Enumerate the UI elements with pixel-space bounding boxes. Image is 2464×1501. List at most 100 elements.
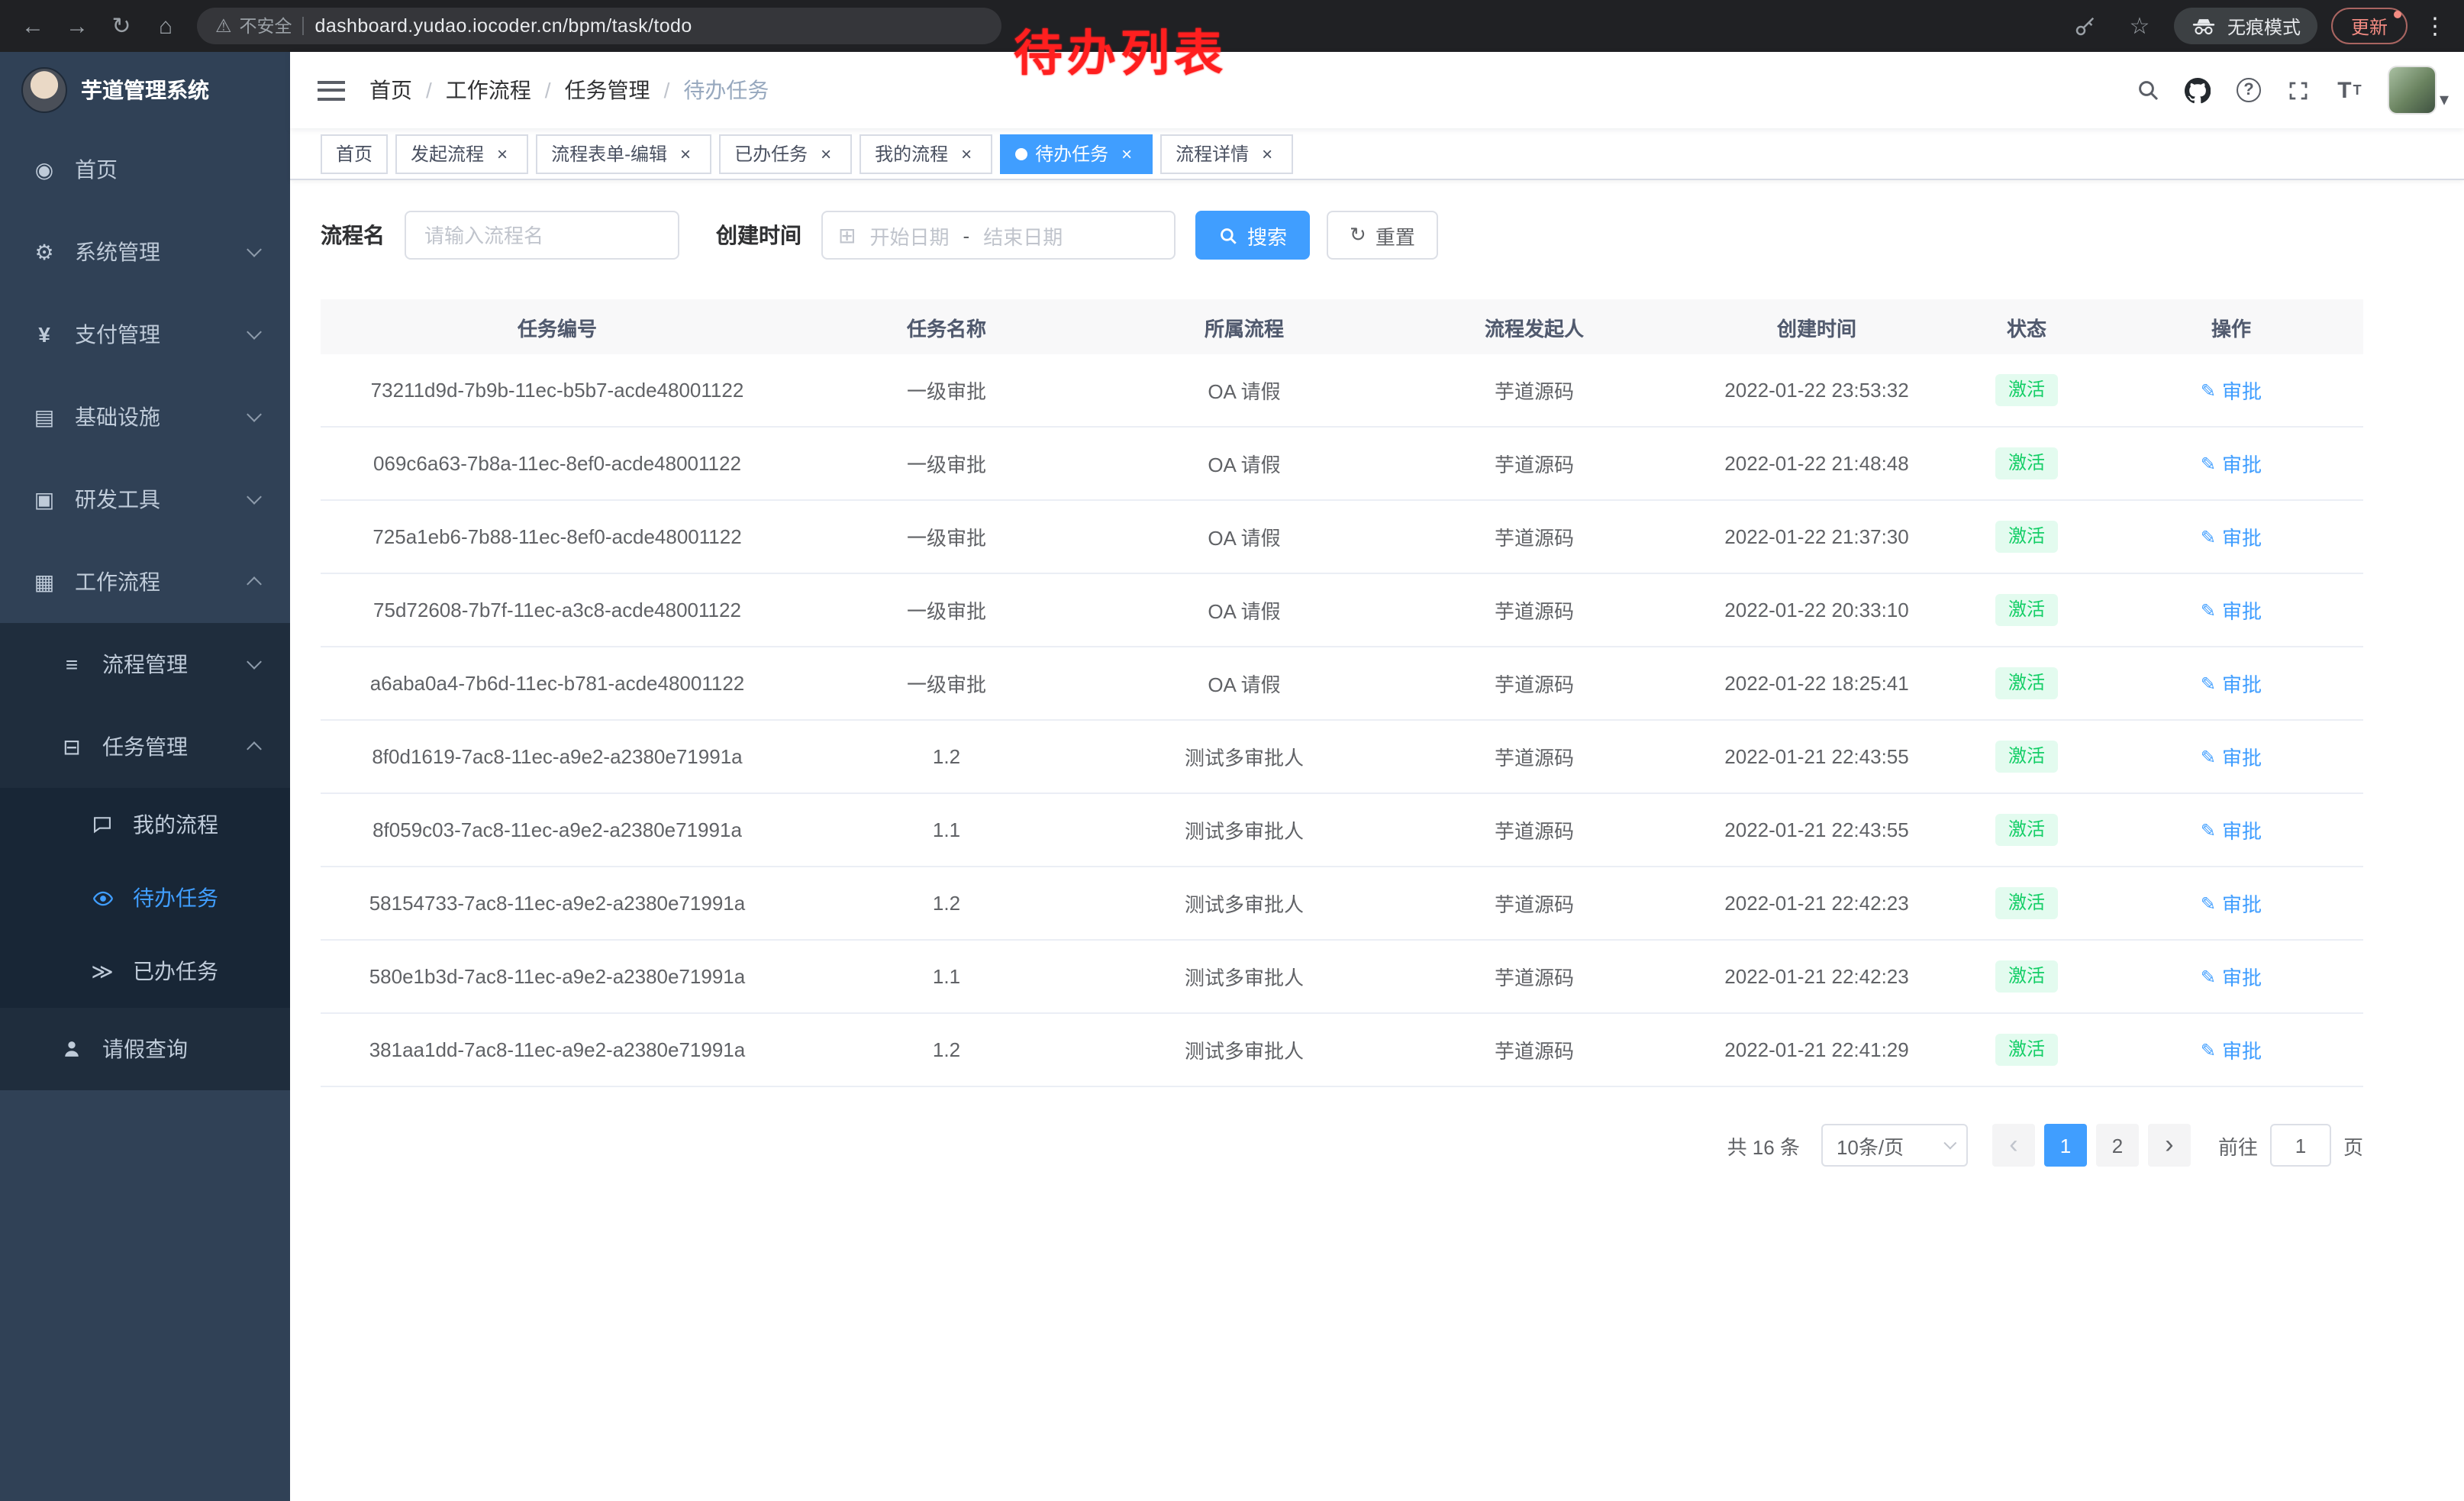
help-icon[interactable] — [2226, 67, 2272, 113]
tab[interactable]: 待办任务 — [1000, 134, 1153, 173]
sidebar-item-system[interactable]: 系统管理 — [0, 211, 290, 293]
breadcrumb-separator: / — [664, 78, 670, 102]
browser-menu-icon[interactable]: ⋮ — [2421, 12, 2449, 40]
tab-close-icon[interactable] — [1256, 143, 1278, 164]
sidebar-item-payment[interactable]: 支付管理 — [0, 293, 290, 376]
approve-link[interactable]: 审批 — [2201, 449, 2262, 478]
tab-close-icon[interactable] — [492, 143, 513, 164]
fullscreen-icon[interactable] — [2276, 67, 2322, 113]
cell-created: 2022-01-21 22:41:29 — [1679, 1038, 1954, 1061]
home-icon[interactable]: ⌂ — [145, 5, 186, 47]
cell-starter: 芋道源码 — [1389, 1035, 1679, 1064]
breadcrumb-workflow[interactable]: 工作流程 — [446, 75, 531, 105]
cell-starter: 芋道源码 — [1389, 596, 1679, 625]
sidebar-item-infrastructure[interactable]: 基础设施 — [0, 376, 290, 458]
column-starter: 流程发起人 — [1389, 312, 1679, 341]
approve-link[interactable]: 审批 — [2201, 669, 2262, 698]
edit-icon — [2201, 818, 2216, 841]
sidebar-item-workflow[interactable]: 工作流程 — [0, 541, 290, 623]
sidebar-collapse-icon[interactable] — [318, 80, 345, 100]
approve-label: 审批 — [2222, 1035, 2262, 1064]
cell-process: 测试多审批人 — [1099, 742, 1389, 771]
user-menu[interactable] — [2389, 67, 2449, 113]
approve-link[interactable]: 审批 — [2201, 962, 2262, 991]
cell-starter: 芋道源码 — [1389, 962, 1679, 991]
approve-link[interactable]: 审批 — [2201, 522, 2262, 551]
approve-link[interactable]: 审批 — [2201, 596, 2262, 625]
task-management-submenu: 我的流程 待办任务 已办任务 — [0, 788, 290, 1008]
page-size-select[interactable]: 10条/页 — [1821, 1124, 1968, 1167]
github-icon[interactable] — [2175, 67, 2221, 113]
task-management-icon — [58, 734, 85, 760]
bookmark-star-icon[interactable]: ☆ — [2119, 5, 2160, 47]
incognito-badge: 无痕模式 — [2174, 8, 2317, 44]
sidebar-item-done-tasks[interactable]: 已办任务 — [0, 934, 290, 1008]
column-status: 状态 — [1954, 312, 2099, 341]
breadcrumb-task-management[interactable]: 任务管理 — [565, 75, 650, 105]
menu-label: 基础设施 — [75, 402, 160, 432]
security-warning[interactable]: ⚠ 不安全 — [215, 14, 292, 38]
tab[interactable]: 我的流程 — [859, 134, 992, 173]
cell-process: OA 请假 — [1099, 596, 1389, 625]
process-name-input[interactable] — [405, 211, 679, 260]
cell-action: 审批 — [2099, 669, 2363, 698]
menu-label: 支付管理 — [75, 319, 160, 350]
devtools-icon — [31, 486, 58, 512]
sidebar-item-todo-tasks[interactable]: 待办任务 — [0, 861, 290, 934]
address-bar[interactable]: ⚠ 不安全 dashboard.yudao.iocoder.cn/bpm/tas… — [197, 8, 1001, 44]
sidebar-item-leave-query[interactable]: 请假查询 — [0, 1008, 290, 1090]
goto-page-input[interactable] — [2270, 1124, 2331, 1167]
date-range-picker[interactable]: 开始日期 - 结束日期 — [821, 211, 1176, 260]
tab[interactable]: 流程表单-编辑 — [536, 134, 711, 173]
prev-page-button[interactable] — [1992, 1124, 2035, 1167]
tags-view: 首页 发起流程 流程表单-编辑 已办任务 我的流程 待办任务 流程详情 — [290, 128, 2464, 180]
approve-link[interactable]: 审批 — [2201, 889, 2262, 918]
page-button-2[interactable]: 2 — [2096, 1124, 2139, 1167]
sidebar-item-my-process[interactable]: 我的流程 — [0, 788, 290, 861]
goto-label: 前往 — [2218, 1131, 2258, 1160]
tab[interactable]: 首页 — [321, 134, 388, 173]
sidebar-item-devtools[interactable]: 研发工具 — [0, 458, 290, 541]
forward-icon[interactable]: → — [56, 5, 98, 47]
refresh-icon[interactable]: ↻ — [101, 5, 142, 47]
tab-close-icon[interactable] — [1116, 143, 1137, 164]
sidebar-item-process-management[interactable]: 流程管理 — [0, 623, 290, 705]
cell-task-name: 1.2 — [794, 892, 1099, 915]
breadcrumb-separator: / — [426, 78, 432, 102]
tab[interactable]: 发起流程 — [395, 134, 528, 173]
search-icon[interactable] — [2125, 67, 2171, 113]
tab[interactable]: 已办任务 — [719, 134, 852, 173]
cell-process: OA 请假 — [1099, 449, 1389, 478]
tab[interactable]: 流程详情 — [1160, 134, 1293, 173]
approve-label: 审批 — [2222, 596, 2262, 625]
approve-link[interactable]: 审批 — [2201, 815, 2262, 844]
status-badge: 激活 — [1996, 448, 2057, 479]
tab-close-icon[interactable] — [956, 143, 977, 164]
app-logo[interactable]: 芋道管理系统 — [0, 52, 290, 128]
approve-link[interactable]: 审批 — [2201, 376, 2262, 405]
search-button[interactable]: 搜索 — [1195, 211, 1310, 260]
page-button-1[interactable]: 1 — [2044, 1124, 2087, 1167]
status-badge: 激活 — [1996, 375, 2057, 406]
sidebar-item-task-management[interactable]: 任务管理 — [0, 705, 290, 788]
approve-link[interactable]: 审批 — [2201, 742, 2262, 771]
approve-label: 审批 — [2222, 522, 2262, 551]
tab-close-icon[interactable] — [675, 143, 696, 164]
cell-action: 审批 — [2099, 449, 2363, 478]
chevron-down-icon — [247, 242, 262, 257]
pager: 1 2 — [1992, 1124, 2191, 1167]
approve-link[interactable]: 审批 — [2201, 1035, 2262, 1064]
key-icon[interactable] — [2064, 5, 2105, 47]
cell-status: 激活 — [1954, 448, 2099, 479]
update-button[interactable]: 更新 — [2331, 8, 2408, 44]
cell-action: 审批 — [2099, 815, 2363, 844]
chevron-up-icon — [247, 576, 262, 592]
next-page-button[interactable] — [2148, 1124, 2191, 1167]
reset-button[interactable]: 重置 — [1327, 211, 1438, 260]
font-size-icon[interactable] — [2327, 67, 2372, 113]
breadcrumb-home[interactable]: 首页 — [369, 75, 412, 105]
back-icon[interactable]: ← — [12, 5, 53, 47]
cell-status: 激活 — [1954, 668, 2099, 699]
sidebar-item-home[interactable]: 首页 — [0, 128, 290, 211]
tab-close-icon[interactable] — [815, 143, 837, 164]
